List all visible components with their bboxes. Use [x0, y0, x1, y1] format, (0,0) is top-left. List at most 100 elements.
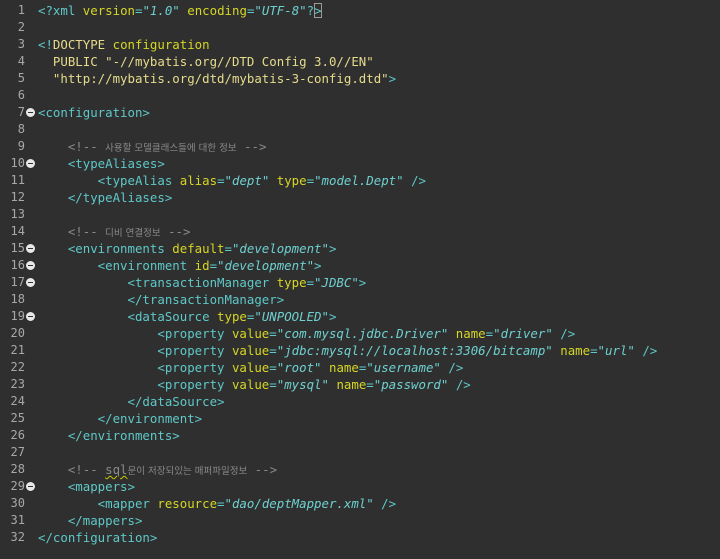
code-token: </environments> [38, 428, 180, 443]
code-line[interactable]: 7 <configuration> [0, 104, 720, 121]
code-token: "UTF-8" [254, 3, 307, 18]
code-token: sql [105, 462, 128, 477]
code-line[interactable]: 30 <mapper resource="dao/deptMapper.xml"… [0, 495, 720, 512]
code-line[interactable]: 15 <environments default="development"> [0, 240, 720, 257]
code-text[interactable]: <mappers> [38, 478, 135, 495]
code-line[interactable]: 8 [0, 121, 720, 138]
code-text[interactable]: "http://mybatis.org/dtd/mybatis-3-config… [38, 70, 396, 87]
code-token: name [328, 360, 359, 375]
code-token: <typeAliases> [38, 156, 165, 171]
code-token: type [276, 275, 307, 290]
code-line[interactable]: 16 <environment id="development"> [0, 257, 720, 274]
code-token: name [560, 343, 591, 358]
line-number: 26 [10, 428, 25, 442]
code-line[interactable]: 1 <?xml version="1.0" encoding="UTF-8"?> [0, 2, 720, 19]
code-line[interactable]: 14 <!-- 디비 연결정보 --> [0, 223, 720, 240]
code-line[interactable]: 13 [0, 206, 720, 223]
code-line[interactable]: 32 </configuration> [0, 529, 720, 546]
code-line[interactable]: 25 </environment> [0, 410, 720, 427]
code-line[interactable]: 10 <typeAliases> [0, 155, 720, 172]
code-line[interactable]: 22 <property value="root" name="username… [0, 359, 720, 376]
code-line[interactable]: 26 </environments> [0, 427, 720, 444]
code-text[interactable]: </typeAliases> [38, 189, 172, 206]
fold-collapse-icon[interactable] [26, 261, 35, 270]
code-token: <property [38, 326, 232, 341]
fold-collapse-icon[interactable] [26, 244, 35, 253]
code-token: <configuration> [38, 105, 150, 120]
code-text[interactable]: </dataSource> [38, 393, 225, 410]
code-text[interactable]: <property value="mysql" name="password" … [38, 376, 471, 393]
code-text[interactable]: <environment id="development"> [38, 257, 322, 274]
fold-collapse-icon[interactable] [26, 312, 35, 321]
code-token: alias [179, 173, 218, 188]
code-text[interactable]: <property value="jdbc:mysql://localhost:… [38, 342, 657, 359]
line-number: 30 [10, 496, 25, 510]
code-text[interactable]: <typeAliases> [38, 155, 165, 172]
code-line[interactable]: 17 <transactionManager type="JDBC"> [0, 274, 720, 291]
code-line[interactable]: 28 <!-- sql문이 저장되있는 매퍼파일정보 --> [0, 461, 720, 478]
code-line[interactable]: 20 <property value="com.mysql.jdbc.Drive… [0, 325, 720, 342]
code-line[interactable]: 11 <typeAlias alias="dept" type="model.D… [0, 172, 720, 189]
code-token: configuration [112, 37, 210, 52]
code-line[interactable]: 27 [0, 444, 720, 461]
code-text[interactable]: </transactionManager> [38, 291, 285, 308]
code-token: xml [52, 3, 76, 18]
line-number: 32 [10, 530, 25, 544]
code-line[interactable]: 24 </dataSource> [0, 393, 720, 410]
line-number: 15 [10, 241, 25, 255]
code-text[interactable]: <dataSource type="UNPOOLED"> [38, 308, 337, 325]
code-text[interactable]: <mapper resource="dao/deptMapper.xml" /> [38, 495, 396, 512]
code-text[interactable]: </environment> [38, 410, 202, 427]
code-line[interactable]: 12 </typeAliases> [0, 189, 720, 206]
code-text[interactable]: </environments> [38, 427, 180, 444]
code-line[interactable]: 21 <property value="jdbc:mysql://localho… [0, 342, 720, 359]
code-text[interactable]: PUBLIC "-//mybatis.org//DTD Config 3.0//… [38, 53, 374, 70]
code-text[interactable]: <configuration> [38, 104, 150, 121]
code-token: default [172, 241, 225, 256]
code-line[interactable]: 18 </transactionManager> [0, 291, 720, 308]
code-line[interactable]: 3 <!DOCTYPE configuration [0, 36, 720, 53]
code-text[interactable]: <!DOCTYPE configuration [38, 36, 210, 53]
fold-collapse-icon[interactable] [26, 278, 35, 287]
code-text[interactable]: <environments default="development"> [38, 240, 337, 257]
code-token: /> [634, 343, 658, 358]
code-line[interactable]: 29 <mappers> [0, 478, 720, 495]
code-text[interactable]: <property value="com.mysql.jdbc.Driver" … [38, 325, 575, 342]
code-line[interactable]: 19 <dataSource type="UNPOOLED"> [0, 308, 720, 325]
code-token: = [224, 241, 232, 256]
code-token: --> [247, 462, 278, 477]
code-token: = [209, 258, 218, 273]
code-text[interactable]: <property value="root" name="username" /… [38, 359, 463, 376]
code-lines[interactable]: 1 <?xml version="1.0" encoding="UTF-8"?> 2… [0, 2, 720, 546]
code-line[interactable]: 23 <property value="mysql" name="passwor… [0, 376, 720, 393]
code-token: = [366, 377, 374, 392]
code-line[interactable]: 31 </mappers> [0, 512, 720, 529]
code-token: "mysql" [276, 377, 329, 392]
code-line[interactable]: 2 [0, 19, 720, 36]
fold-collapse-icon[interactable] [26, 482, 35, 491]
code-token: = [217, 173, 225, 188]
code-line[interactable]: 4 PUBLIC "-//mybatis.org//DTD Config 3.0… [0, 53, 720, 70]
code-token: </typeAliases> [38, 190, 173, 205]
code-line[interactable]: 9 <!-- 사용할 모델클래스들에 대한 정보 --> [0, 138, 720, 155]
code-token: "root" [276, 360, 322, 375]
code-line[interactable]: 6 [0, 87, 720, 104]
code-token: /> [448, 377, 471, 392]
code-editor[interactable]: 1 <?xml version="1.0" encoding="UTF-8"?> 2… [0, 0, 720, 559]
code-text[interactable]: </configuration> [38, 529, 157, 546]
code-text[interactable]: <transactionManager type="JDBC"> [38, 274, 367, 291]
code-token: > [388, 71, 397, 86]
fold-collapse-icon[interactable] [26, 108, 35, 117]
code-token: = [590, 343, 598, 358]
code-text[interactable]: <typeAlias alias="dept" type="model.Dept… [38, 172, 426, 189]
fold-collapse-icon[interactable] [26, 159, 35, 168]
code-token: = [269, 326, 277, 341]
code-line[interactable]: 5 "http://mybatis.org/dtd/mybatis-3-conf… [0, 70, 720, 87]
code-text[interactable]: </mappers> [38, 512, 143, 529]
code-text[interactable]: <?xml version="1.0" encoding="UTF-8"?> [38, 2, 322, 19]
code-token: "username" [366, 360, 441, 375]
